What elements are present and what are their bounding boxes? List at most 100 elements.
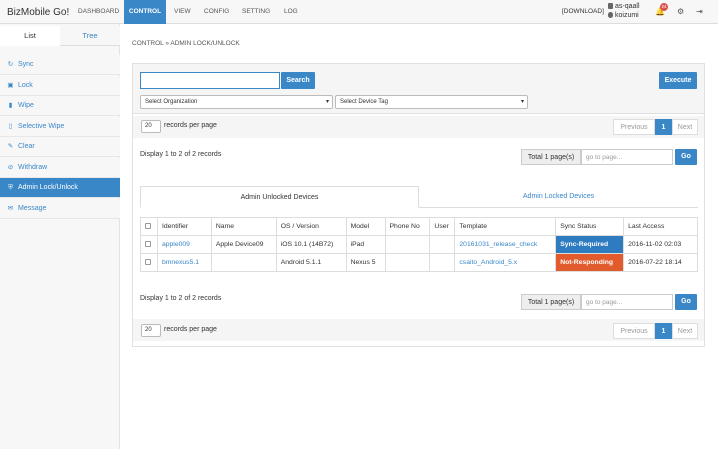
col-last-access[interactable]: Last Access — [623, 217, 698, 236]
identifier-link[interactable]: apple009 — [156, 235, 212, 254]
template-link[interactable]: csaito_Android_5.x — [454, 253, 557, 272]
table-row: bmnexus5.1 Android 5.1.1 Nexus 5 csaito_… — [140, 253, 698, 272]
next-page-button[interactable]: Next — [672, 119, 698, 135]
devices-table: Identifier Name OS / Version Model Phone… — [140, 217, 698, 272]
sync-status-badge: Not-Responding — [555, 253, 625, 272]
sidebar-item-label: Selective Wipe — [18, 123, 65, 130]
page-1-button-bottom[interactable]: 1 — [655, 323, 672, 339]
tab-tree[interactable]: Tree — [60, 26, 120, 46]
sidebar-item-message[interactable]: ✉ Message — [0, 199, 120, 219]
next-page-button-bottom[interactable]: Next — [672, 323, 698, 339]
gear-icon[interactable]: ⚙ — [677, 7, 684, 16]
model: iPad — [345, 235, 386, 254]
go-button-bottom[interactable]: Go — [675, 294, 697, 310]
col-user[interactable]: User — [429, 217, 456, 236]
nav-control[interactable]: CONTROL — [124, 0, 166, 24]
tab-admin-locked-devices[interactable]: Admin Locked Devices — [419, 186, 698, 208]
per-page-select-top[interactable]: 20 — [141, 120, 161, 133]
organization-select[interactable]: Select Organization ▾ — [140, 95, 333, 109]
last-access: 2016-11-02 02:03 — [623, 235, 698, 254]
goto-page-input[interactable]: go to page... — [581, 149, 673, 165]
user — [429, 253, 456, 272]
sidebar-item-selective-wipe[interactable]: ▯ Selective Wipe — [0, 117, 120, 137]
eraser-icon: ✎ — [7, 143, 14, 150]
user-name: koizumi — [615, 12, 639, 19]
sync-icon: ↻ — [7, 61, 14, 68]
shield-icon: ⛨ — [8, 184, 13, 191]
go-button[interactable]: Go — [675, 149, 697, 165]
per-page-value: 20 — [145, 327, 152, 333]
col-model[interactable]: Model — [345, 217, 386, 236]
sidebar-item-clear[interactable]: ✎ Clear — [0, 137, 120, 157]
goto-page-input-bottom[interactable]: go to page... — [581, 294, 673, 310]
per-page-select-bottom[interactable]: 20 — [141, 324, 161, 337]
select-all-checkbox[interactable] — [145, 223, 151, 229]
page-1-button[interactable]: 1 — [655, 119, 672, 135]
display-info-bottom: Display 1 to 2 of 2 records — [140, 295, 222, 302]
template-link[interactable]: 20161031_release_check — [454, 235, 557, 254]
sidebar-item-label: Admin Lock/Unlock — [18, 184, 78, 191]
sidebar-item-label: Message — [18, 205, 47, 212]
user-org: as-qaall — [615, 3, 640, 10]
col-name[interactable]: Name — [210, 217, 277, 236]
sidebar-item-label: Withdraw — [18, 164, 48, 171]
execute-button[interactable]: Execute — [659, 72, 697, 89]
phone-no — [384, 235, 431, 254]
sync-status-badge: Sync-Required — [555, 235, 625, 254]
row-select-cell[interactable] — [140, 235, 158, 254]
logout-icon[interactable]: ⇥ — [696, 7, 703, 16]
user-info[interactable]: as-qaall koizumi — [608, 2, 640, 20]
nav-log[interactable]: LOG — [284, 0, 300, 24]
breadcrumb: CONTROL » ADMIN LOCK/UNLOCK — [132, 40, 240, 47]
device-tag-select-value: Select Device Tag — [340, 99, 388, 105]
chevron-down-icon: ▾ — [325, 99, 329, 105]
trash-icon: ▮ — [8, 102, 13, 109]
user — [429, 235, 456, 254]
col-template[interactable]: Template — [454, 217, 557, 236]
sidebar-item-withdraw[interactable]: ⊘ Withdraw — [0, 158, 120, 178]
sidebar-item-wipe[interactable]: ▮ Wipe — [0, 96, 120, 116]
nav-view[interactable]: VIEW — [174, 0, 194, 24]
previous-page-button-bottom[interactable]: Previous — [613, 323, 655, 339]
nav-dashboard[interactable]: DASHBOARD — [78, 0, 122, 24]
search-input[interactable] — [140, 72, 280, 89]
col-identifier[interactable]: Identifier — [156, 217, 212, 236]
top-navbar: BizMobile Go! DASHBOARD CONTROL VIEW CON… — [0, 0, 718, 24]
sidebar-item-label: Lock — [18, 82, 33, 89]
row-checkbox[interactable] — [145, 259, 151, 265]
sidebar-item-label: Sync — [18, 61, 34, 68]
sidebar-item-label: Clear — [18, 143, 35, 150]
partial-trash-icon: ▯ — [8, 123, 13, 130]
download-link[interactable]: [DOWNLOAD] — [562, 0, 606, 24]
identifier-link[interactable]: bmnexus5.1 — [156, 253, 212, 272]
col-phone-no[interactable]: Phone No — [384, 217, 431, 236]
nav-config[interactable]: CONFIG — [204, 0, 230, 24]
previous-page-button[interactable]: Previous — [613, 119, 655, 135]
tab-list[interactable]: List — [0, 26, 60, 46]
sidebar-item-label: Wipe — [18, 102, 34, 109]
building-icon — [608, 3, 613, 9]
model: Nexus 5 — [345, 253, 386, 272]
row-select-cell[interactable] — [140, 253, 158, 272]
device-tag-select[interactable]: Select Device Tag ▾ — [335, 95, 528, 109]
sidebar-item-admin-lock-unlock[interactable]: ⛨ Admin Lock/Unlock — [0, 178, 120, 198]
total-pages-bottom: Total 1 page(s) — [521, 294, 581, 310]
row-checkbox[interactable] — [145, 241, 151, 247]
tab-admin-unlocked-devices[interactable]: Admin Unlocked Devices — [140, 186, 419, 208]
search-button[interactable]: Search — [281, 72, 315, 89]
ban-icon: ⊘ — [7, 164, 14, 171]
user-icon — [608, 12, 613, 18]
nav-setting[interactable]: SETTING — [242, 0, 272, 24]
chevron-down-icon: ▾ — [520, 99, 524, 105]
os-version: Android 5.1.1 — [275, 253, 347, 272]
sidebar-item-lock[interactable]: ▣ Lock — [0, 76, 120, 96]
col-os-version[interactable]: OS / Version — [275, 217, 347, 236]
col-sync-status[interactable]: Sync Status — [555, 217, 625, 236]
per-page-label-bottom: records per page — [164, 326, 217, 333]
select-all-cell[interactable] — [140, 217, 158, 236]
display-info: Display 1 to 2 of 2 records — [140, 151, 222, 158]
brand-logo[interactable]: BizMobile Go! — [7, 7, 69, 18]
device-name — [210, 253, 277, 272]
envelope-icon: ✉ — [7, 205, 14, 212]
sidebar-item-sync[interactable]: ↻ Sync — [0, 55, 120, 75]
